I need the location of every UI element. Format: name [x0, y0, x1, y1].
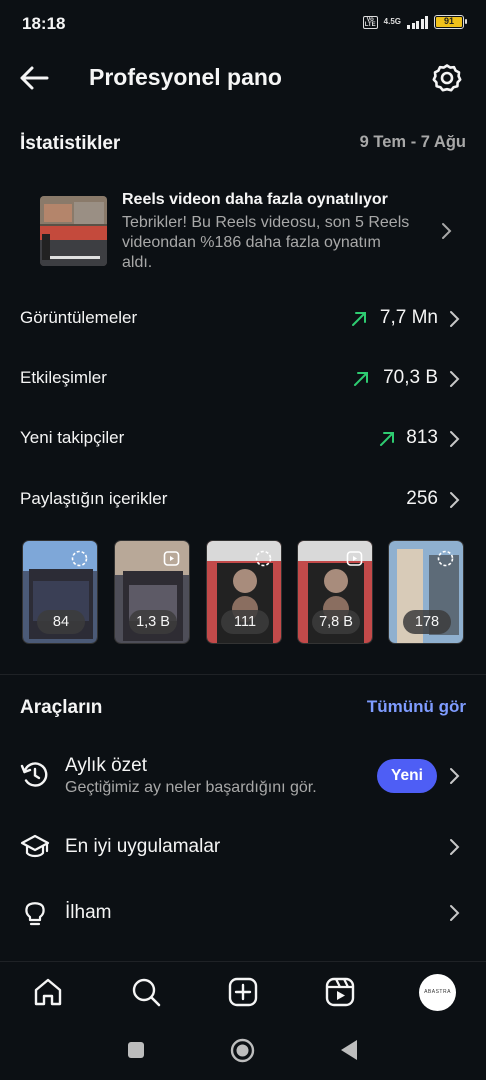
reels-insight-card[interactable]: Reels videon daha fazla oynatılıyor Tebr… [0, 184, 486, 276]
system-navigation [0, 1025, 486, 1080]
status-icons: Vo LTE 4.5G 91 [362, 15, 467, 29]
view-count: 178 [403, 610, 451, 634]
metric-value: 256 [406, 488, 438, 509]
content-thumbnail[interactable]: 111 [206, 540, 282, 644]
see-all-link[interactable]: Tümünü gör [367, 697, 466, 717]
reels-icon[interactable] [324, 976, 356, 1008]
metric-value: 7,7 Mn [379, 307, 438, 328]
network-type: 4.5G [383, 17, 401, 26]
battery-icon: 91 [434, 15, 467, 29]
metric-label: Etkileşimler [20, 368, 107, 387]
create-icon[interactable] [227, 976, 259, 1008]
content-thumbnail[interactable]: 1,3 B [114, 540, 190, 644]
arrow-left-icon[interactable] [18, 64, 50, 92]
tool-best-practices[interactable]: En iyi uygulamalar [0, 818, 486, 878]
metric-value: 813 [406, 427, 438, 448]
page-title: Profesyonel pano [89, 64, 282, 90]
chevron-right-icon [449, 904, 461, 922]
trend-up-icon [379, 431, 395, 447]
metric-row-views[interactable]: Görüntülemeler 7,7 Mn [0, 299, 486, 339]
bottom-navigation: ABASTRA [0, 961, 486, 1025]
view-count: 111 [221, 610, 269, 634]
chevron-right-icon [449, 430, 461, 448]
metric-label: Yeni takipçiler [20, 428, 125, 447]
view-count: 1,3 B [129, 610, 177, 634]
content-thumbnail[interactable]: 7,8 B [297, 540, 373, 644]
chevron-right-icon [449, 767, 461, 785]
reels-icon [71, 550, 88, 567]
metric-row-interactions[interactable]: Etkileşimler 70,3 B [0, 359, 486, 399]
chevron-right-icon [449, 310, 461, 328]
back-triangle-icon[interactable] [340, 1039, 358, 1066]
status-time: 18:18 [22, 14, 66, 33]
gear-icon[interactable] [432, 63, 462, 93]
trend-up-icon [351, 311, 367, 327]
home-circle-icon[interactable] [230, 1038, 255, 1068]
metric-row-new-followers[interactable]: Yeni takipçiler 813 [0, 419, 486, 459]
tool-subtitle: Geçtiğimiz ay neler başardığını gör. [65, 779, 317, 796]
date-range[interactable]: 9 Tem - 7 Ağu [360, 133, 466, 152]
metric-label: Görüntülemeler [20, 308, 138, 327]
search-icon[interactable] [130, 976, 162, 1008]
lightbulb-icon [20, 898, 50, 928]
volte-icon: Vo LTE [362, 15, 378, 29]
history-icon [20, 760, 50, 790]
video-icon [163, 550, 180, 567]
status-bar: 18:18 Vo LTE 4.5G 91 [0, 0, 486, 48]
chevron-right-icon [449, 491, 461, 509]
home-icon[interactable] [32, 976, 64, 1008]
section-divider [0, 674, 486, 675]
battery-level: 91 [436, 17, 462, 27]
tool-inspiration[interactable]: İlham [0, 884, 486, 944]
recents-square-icon[interactable] [127, 1041, 145, 1064]
top-bar: Profesyonel pano [0, 56, 486, 100]
chevron-right-icon [449, 838, 461, 856]
insight-body: Tebrikler! Bu Reels videosu, son 5 Reels… [122, 214, 410, 271]
chevron-right-icon [449, 370, 461, 388]
reels-icon [255, 550, 272, 567]
professional-dashboard-screen: 18:18 Vo LTE 4.5G 91 Profesyonel pano İst… [0, 0, 486, 1080]
reels-icon [437, 550, 454, 567]
tool-label: İlham [65, 902, 112, 923]
view-count: 84 [37, 610, 85, 634]
view-count: 7,8 B [312, 610, 360, 634]
signal-icon [407, 15, 428, 29]
tools-title: Araçların [20, 697, 103, 718]
insight-title: Reels videon daha fazla oynatılıyor [122, 191, 388, 208]
content-thumbnail[interactable]: 84 [22, 540, 98, 644]
chevron-right-icon [441, 222, 453, 240]
stats-title: İstatistikler [20, 133, 121, 154]
new-badge: Yeni [377, 759, 437, 793]
content-thumbnails: 84 1,3 B 111 7,8 B 178 [22, 540, 468, 644]
metric-row-shared-content[interactable]: Paylaştığın içerikler 256 [0, 480, 486, 520]
tool-label: Aylık özet [65, 755, 148, 776]
metric-value: 70,3 B [383, 367, 438, 388]
metric-label: Paylaştığın içerikler [20, 489, 168, 508]
trend-up-icon [353, 371, 369, 387]
graduation-cap-icon [20, 832, 50, 862]
content-thumbnail[interactable]: 178 [388, 540, 464, 644]
profile-avatar[interactable]: ABASTRA [419, 974, 456, 1011]
insight-thumbnail [40, 196, 107, 266]
tool-label: En iyi uygulamalar [65, 836, 221, 857]
video-icon [346, 550, 363, 567]
